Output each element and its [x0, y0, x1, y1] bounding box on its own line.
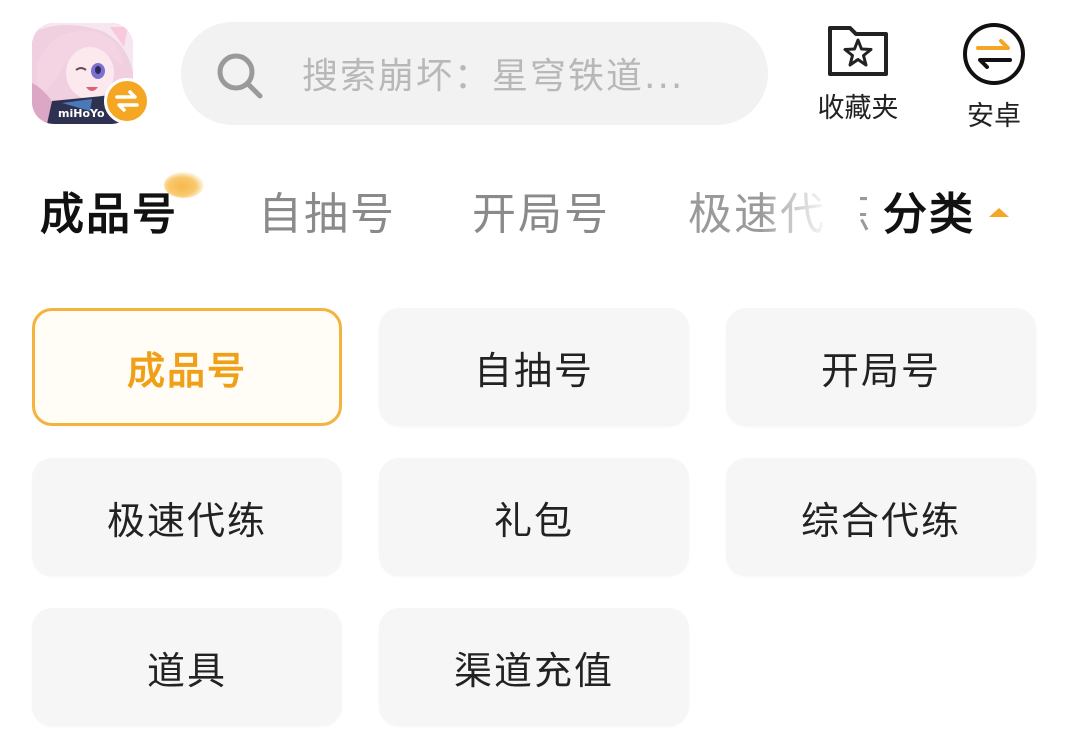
- folder-star-icon: [828, 26, 888, 76]
- category-express-boosting[interactable]: 极速代练: [32, 458, 342, 576]
- category-finished-account[interactable]: 成品号: [32, 308, 342, 426]
- favorites-button[interactable]: 收藏夹: [808, 22, 908, 125]
- category-starter-account[interactable]: 开局号: [726, 308, 1036, 426]
- platform-label: 安卓: [967, 101, 1021, 132]
- tab-finished-account[interactable]: 成品号: [40, 178, 178, 242]
- category-self-draw-account[interactable]: 自抽号: [379, 308, 689, 426]
- tab-self-draw-account[interactable]: 自抽号: [258, 178, 396, 242]
- category-toggle-label: 分类: [883, 189, 975, 240]
- search-placeholder: 搜索崩坏：星穹铁道...: [302, 56, 685, 97]
- favorites-label: 收藏夹: [817, 93, 899, 124]
- tab-starter-account[interactable]: 开局号: [472, 178, 610, 242]
- swap-icon[interactable]: [104, 78, 150, 124]
- tab-overflow-fade: [760, 170, 860, 250]
- platform-switch-button[interactable]: 安卓: [952, 22, 1036, 133]
- search-icon: [217, 53, 263, 99]
- tab-bar: 成品号 自抽号 开局号 极速代练 分类: [0, 170, 1075, 250]
- category-channel-topup[interactable]: 渠道充值: [379, 608, 689, 726]
- caret-up-icon: [989, 207, 1009, 217]
- screen: miHoYo 搜索崩坏：星穹铁道... 收藏夹 安卓 成品号 自抽号 开局号 分…: [0, 0, 1075, 731]
- category-items[interactable]: 道具: [32, 608, 342, 726]
- swap-circle-icon: [963, 23, 1025, 85]
- category-general-boosting[interactable]: 综合代练: [726, 458, 1036, 576]
- app-logo-text: miHoYo: [58, 107, 105, 120]
- category-toggle-button[interactable]: 分类: [883, 178, 1009, 242]
- search-input[interactable]: 搜索崩坏：星穹铁道...: [181, 22, 768, 125]
- category-gift-pack[interactable]: 礼包: [379, 458, 689, 576]
